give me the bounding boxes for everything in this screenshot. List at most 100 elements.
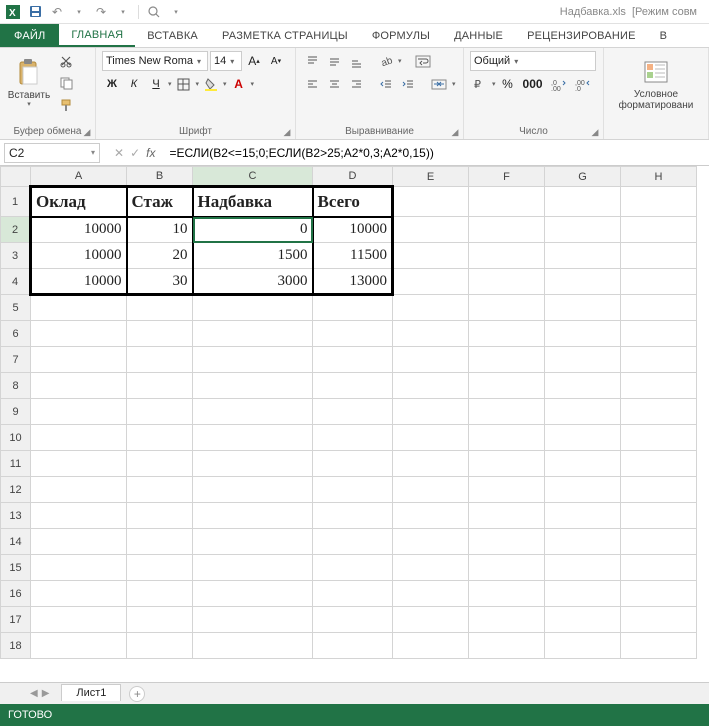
cell[interactable] — [193, 581, 313, 607]
cell[interactable] — [313, 451, 393, 477]
col-header[interactable]: F — [469, 167, 545, 187]
cell[interactable] — [393, 243, 469, 269]
tab-file[interactable]: ФАЙЛ — [0, 24, 59, 47]
cell[interactable] — [393, 187, 469, 217]
number-launcher-icon[interactable]: ◢ — [589, 126, 601, 138]
cell[interactable] — [127, 425, 193, 451]
cell[interactable] — [193, 607, 313, 633]
col-header[interactable]: A — [31, 167, 127, 187]
cell[interactable]: Надбавка — [193, 187, 313, 217]
underline-button[interactable]: Ч — [146, 74, 166, 94]
cell[interactable] — [127, 347, 193, 373]
cell[interactable] — [621, 555, 697, 581]
cell[interactable] — [193, 529, 313, 555]
cell[interactable] — [621, 321, 697, 347]
cell[interactable] — [127, 295, 193, 321]
cell[interactable] — [469, 477, 545, 503]
cell[interactable] — [393, 269, 469, 295]
row-header[interactable]: 17 — [1, 607, 31, 633]
row-header[interactable]: 3 — [1, 243, 31, 269]
cell[interactable] — [469, 503, 545, 529]
cell[interactable] — [621, 477, 697, 503]
cell[interactable] — [193, 555, 313, 581]
orientation-icon[interactable]: ab — [376, 51, 396, 71]
cell[interactable] — [127, 555, 193, 581]
row-header[interactable]: 6 — [1, 321, 31, 347]
cell[interactable] — [469, 295, 545, 321]
qat-customize-icon[interactable]: ▾ — [167, 3, 185, 21]
row-header[interactable]: 15 — [1, 555, 31, 581]
cell[interactable] — [469, 269, 545, 295]
tab-formulas[interactable]: ФОРМУЛЫ — [360, 24, 442, 47]
cell[interactable] — [393, 633, 469, 659]
clipboard-launcher-icon[interactable]: ◢ — [81, 126, 93, 138]
cell[interactable] — [621, 399, 697, 425]
row-header[interactable]: 4 — [1, 269, 31, 295]
row-header[interactable]: 14 — [1, 529, 31, 555]
cell[interactable] — [469, 529, 545, 555]
increase-decimal-icon[interactable]: ,0,00 — [548, 74, 570, 94]
col-header[interactable]: E — [393, 167, 469, 187]
cell[interactable] — [127, 451, 193, 477]
cell[interactable] — [545, 581, 621, 607]
cell[interactable] — [393, 217, 469, 243]
cell[interactable] — [621, 243, 697, 269]
cell[interactable] — [31, 477, 127, 503]
cell[interactable] — [31, 581, 127, 607]
cell-selected[interactable]: 0 — [193, 217, 313, 243]
wrap-text-icon[interactable] — [412, 51, 434, 71]
cell[interactable] — [621, 295, 697, 321]
cell[interactable] — [193, 633, 313, 659]
cell[interactable] — [469, 243, 545, 269]
cell[interactable] — [193, 373, 313, 399]
cell[interactable] — [193, 321, 313, 347]
col-header[interactable]: C — [193, 167, 313, 187]
cell[interactable] — [127, 581, 193, 607]
sheet-tab[interactable]: Лист1 — [61, 684, 121, 701]
cell[interactable] — [31, 451, 127, 477]
cell[interactable] — [127, 633, 193, 659]
cell[interactable] — [621, 217, 697, 243]
cell[interactable] — [31, 347, 127, 373]
cell[interactable] — [469, 607, 545, 633]
row-header[interactable]: 1 — [1, 187, 31, 217]
select-all-corner[interactable] — [1, 167, 31, 187]
sheet-nav-next-icon[interactable]: ▶ — [42, 688, 50, 699]
cell[interactable] — [469, 347, 545, 373]
row-header[interactable]: 11 — [1, 451, 31, 477]
cell[interactable]: 3000 — [193, 269, 313, 295]
number-format-combo[interactable]: Общий▾ — [470, 51, 596, 71]
cell[interactable] — [621, 529, 697, 555]
cell[interactable] — [393, 295, 469, 321]
alignment-launcher-icon[interactable]: ◢ — [449, 126, 461, 138]
add-sheet-icon[interactable]: + — [129, 686, 145, 702]
tab-view-partial[interactable]: В — [648, 24, 680, 47]
cell[interactable] — [31, 321, 127, 347]
cell[interactable] — [31, 529, 127, 555]
cell[interactable]: 10 — [127, 217, 193, 243]
conditional-formatting-button[interactable]: Условное форматировани — [616, 51, 696, 117]
cell[interactable] — [545, 321, 621, 347]
font-launcher-icon[interactable]: ◢ — [281, 126, 293, 138]
align-middle-icon[interactable] — [324, 51, 344, 71]
bold-button[interactable]: Ж — [102, 74, 122, 94]
cell[interactable] — [469, 321, 545, 347]
cell[interactable] — [31, 633, 127, 659]
cell[interactable]: 20 — [127, 243, 193, 269]
cell[interactable] — [469, 425, 545, 451]
cell[interactable] — [393, 425, 469, 451]
cell[interactable] — [621, 425, 697, 451]
col-header[interactable]: D — [313, 167, 393, 187]
cell[interactable] — [313, 607, 393, 633]
cell[interactable] — [393, 555, 469, 581]
cell[interactable] — [193, 347, 313, 373]
cell[interactable] — [545, 633, 621, 659]
cell[interactable] — [127, 503, 193, 529]
cell[interactable]: 30 — [127, 269, 193, 295]
cell[interactable] — [393, 373, 469, 399]
cell[interactable] — [31, 503, 127, 529]
cell[interactable] — [621, 373, 697, 399]
cell[interactable] — [621, 269, 697, 295]
font-size-combo[interactable]: 14▾ — [210, 51, 242, 71]
cell[interactable] — [31, 373, 127, 399]
